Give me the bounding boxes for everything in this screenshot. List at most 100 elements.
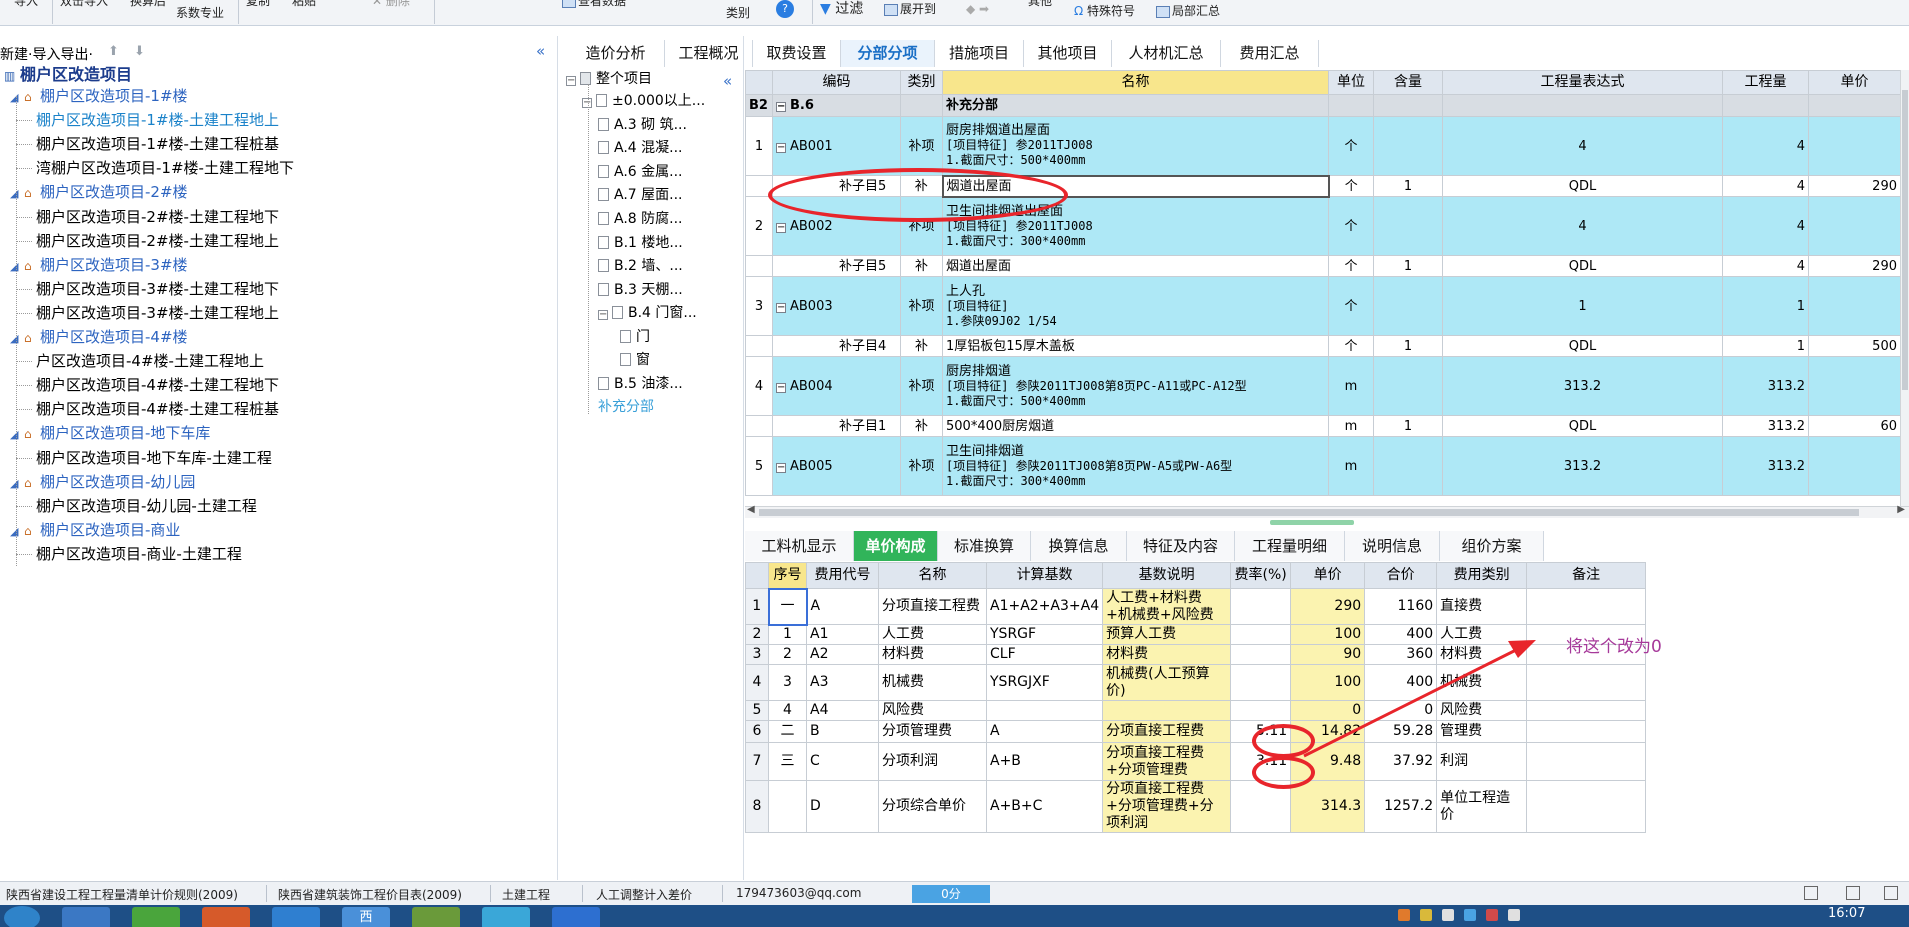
taskbar-ie-icon[interactable] bbox=[62, 907, 110, 927]
cell-category[interactable]: 补项 bbox=[900, 196, 943, 256]
cell-rate[interactable] bbox=[1230, 624, 1292, 645]
cell-name[interactable]: 分项利润 bbox=[878, 742, 987, 781]
cell-content[interactable]: 1 bbox=[1373, 335, 1443, 357]
tab-3[interactable]: 分部分项 bbox=[841, 40, 935, 67]
cell-content[interactable] bbox=[1373, 276, 1443, 336]
composition-row[interactable]: 2 1 A1 人工费 YSRGF 预算人工费 100 400 人工费 bbox=[745, 624, 1647, 645]
item-row[interactable]: 5− AB005 补项 卫生间排烟道 [项目特征] 参陕2011TJ008第8页PW-A… bbox=[745, 436, 1901, 496]
cell-expression[interactable]: 4 bbox=[1442, 196, 1723, 256]
toolbar-delete[interactable]: ✕ 删除 bbox=[372, 0, 410, 20]
detail-tab-2[interactable]: 标准换算 bbox=[938, 531, 1031, 561]
cell-code[interactable]: − AB001 bbox=[772, 116, 901, 176]
cell-unit[interactable]: m bbox=[1328, 356, 1374, 416]
col-header-code[interactable]: 编码 bbox=[772, 70, 901, 95]
cell-code[interactable]: 补子目1 bbox=[772, 415, 901, 437]
item-row[interactable]: 3− AB003 补项 上人孔 [项目特征] 1.参陕09J02 1/54 个 1 1 bbox=[745, 276, 1901, 336]
cell-code[interactable]: − AB002 bbox=[772, 196, 901, 256]
tree-group-node[interactable]: ◢ ⌂ 棚户区改造项目-商业 bbox=[10, 519, 180, 541]
cell-base-desc[interactable] bbox=[1102, 700, 1232, 721]
section-tree-node[interactable]: 补充分部 bbox=[598, 396, 654, 418]
detail-tab-6[interactable]: 说明信息 bbox=[1345, 531, 1440, 561]
collapse-box-icon[interactable]: − bbox=[776, 222, 786, 233]
move-down-icon[interactable]: ⬇ bbox=[134, 44, 145, 59]
col-header-note[interactable]: 备注 bbox=[1526, 562, 1647, 589]
cell-unit-price[interactable] bbox=[1808, 116, 1901, 176]
tray-icon[interactable] bbox=[1464, 909, 1476, 921]
collapse-box-icon[interactable]: − bbox=[582, 98, 592, 108]
cell-total[interactable]: 400 bbox=[1364, 624, 1438, 645]
cell-quantity[interactable]: 1 bbox=[1722, 335, 1809, 357]
taskbar-browser-icon[interactable] bbox=[132, 907, 180, 927]
section-tree-node[interactable]: B.3 天棚... bbox=[598, 279, 683, 301]
cell-note[interactable] bbox=[1526, 588, 1647, 625]
detail-tab-3[interactable]: 换算信息 bbox=[1031, 531, 1127, 561]
section-tree-node[interactable]: A.8 防腐... bbox=[598, 208, 683, 230]
taskbar-app-icon[interactable] bbox=[272, 907, 320, 927]
collapse-box-icon[interactable]: − bbox=[598, 310, 608, 320]
col-header-name[interactable]: 名称 bbox=[942, 70, 1329, 95]
cell-code[interactable]: 补子目5 bbox=[772, 175, 901, 197]
tray-icon[interactable] bbox=[1420, 909, 1432, 921]
tab-7[interactable]: 费用汇总 bbox=[1221, 40, 1319, 67]
items-vertical-scrollbar[interactable] bbox=[1900, 70, 1909, 506]
detail-tab-1[interactable]: 单价构成 bbox=[854, 531, 938, 561]
cell-total[interactable]: 0 bbox=[1364, 700, 1438, 721]
cell-unit-price[interactable] bbox=[1808, 356, 1901, 416]
composition-row[interactable]: 7 三 C 分项利润 A+B 分项直接工程费+分项管理费 3.11 9.48 37.92 利润 bbox=[745, 742, 1647, 781]
toolbar-other[interactable]: 其他 bbox=[1028, 0, 1052, 20]
cell-expression[interactable]: QDL bbox=[1442, 175, 1723, 197]
sub-item-row[interactable]: 补子目4 补 1厚铝板包15厚木盖板个 1 QDL 1 500 bbox=[745, 335, 1901, 357]
cell-unit[interactable]: 个 bbox=[1328, 255, 1374, 277]
cell-note[interactable] bbox=[1526, 742, 1647, 781]
col-header-fee-category[interactable]: 费用类别 bbox=[1436, 562, 1528, 589]
cell-fee-code[interactable]: A bbox=[806, 588, 879, 625]
list-icon[interactable] bbox=[1846, 886, 1860, 900]
cell-price[interactable]: 100 bbox=[1290, 664, 1366, 701]
composition-row[interactable]: 3 2 A2 材料费 CLF 材料费 90 360 材料费 bbox=[745, 644, 1647, 665]
item-row[interactable]: 1− AB001 补项 厨房排烟道出屋面 [项目特征] 参2011TJ008 1.截面尺寸… bbox=[745, 116, 1901, 176]
tab-5[interactable]: 其他项目 bbox=[1024, 40, 1112, 67]
tray-icon[interactable] bbox=[1508, 909, 1520, 921]
detail-tab-4[interactable]: 特征及内容 bbox=[1127, 531, 1235, 561]
cell-name[interactable]: 烟道出屋面 bbox=[941, 174, 1330, 198]
cell-base-desc[interactable]: 分项直接工程费+分项管理费 bbox=[1102, 742, 1232, 781]
tree-leaf-node[interactable]: 棚户区改造项目-1#楼-土建工程桩基 bbox=[16, 133, 279, 155]
cell-name[interactable]: 1厚铝板包15厚木盖板 bbox=[942, 335, 1329, 357]
composition-row[interactable]: 5 4 A4 风险费 0 0 风险费 bbox=[745, 700, 1647, 721]
cell-name[interactable]: 人工费 bbox=[878, 624, 987, 645]
cell-base-desc[interactable]: 分项直接工程费 bbox=[1102, 720, 1232, 743]
cell-unit-price[interactable]: 290 bbox=[1808, 175, 1901, 197]
cell-price[interactable]: 100 bbox=[1290, 624, 1366, 645]
cell-expression[interactable]: 1 bbox=[1442, 276, 1723, 336]
cell-fee-category[interactable]: 管理费 bbox=[1436, 720, 1528, 743]
toolbar-special-symbols[interactable]: Ω 特殊符号 bbox=[1074, 4, 1135, 25]
expand-triangle-icon[interactable]: ◢ bbox=[10, 256, 24, 278]
cell-base-desc[interactable]: 预算人工费 bbox=[1102, 624, 1232, 645]
cell-category[interactable]: 补项 bbox=[900, 356, 943, 416]
taskbar-chrome-icon[interactable] bbox=[202, 907, 250, 927]
cell-price[interactable]: 0 bbox=[1290, 700, 1366, 721]
cell-category[interactable]: 补 bbox=[900, 335, 943, 357]
sub-item-row[interactable]: 补子目5 补烟道出屋面 个 1 QDL 4 290 bbox=[745, 174, 1901, 198]
tray-icon[interactable] bbox=[1398, 909, 1410, 921]
cell-code[interactable]: − AB003 bbox=[772, 276, 901, 336]
cell-name[interactable]: 卫生间排烟道出屋面 [项目特征] 参2011TJ008 1.截面尺寸：300*400… bbox=[942, 196, 1329, 256]
cell-base-desc[interactable]: 材料费 bbox=[1102, 644, 1232, 665]
expand-triangle-icon[interactable]: ◢ bbox=[10, 521, 24, 543]
col-header-name[interactable]: 名称 bbox=[878, 562, 987, 589]
tree-leaf-node[interactable]: 棚户区改造项目-地下车库-土建工程 bbox=[16, 447, 272, 469]
cell-total[interactable]: 37.92 bbox=[1364, 742, 1438, 781]
cell-fee-category[interactable]: 机械费 bbox=[1436, 664, 1528, 701]
col-header-price[interactable]: 单价 bbox=[1290, 562, 1366, 589]
cell-expression[interactable]: QDL bbox=[1442, 335, 1723, 357]
cell-rate[interactable]: 5.11 bbox=[1230, 720, 1292, 743]
cell-quantity[interactable]: 313.2 bbox=[1722, 356, 1809, 416]
tab-6[interactable]: 人材机汇总 bbox=[1112, 40, 1221, 67]
detail-tab-0[interactable]: 工料机显示 bbox=[745, 531, 854, 561]
collapse-left-icon[interactable]: « bbox=[536, 42, 545, 60]
collapse-box-icon[interactable]: − bbox=[776, 302, 786, 313]
cell-quantity[interactable]: 4 bbox=[1722, 175, 1809, 197]
composition-row[interactable]: 6 二 B 分项管理费 A 分项直接工程费 5.11 14.82 59.28 管理费 bbox=[745, 720, 1647, 743]
cell-total[interactable]: 59.28 bbox=[1364, 720, 1438, 743]
cell-base-desc[interactable]: 人工费+材料费+机械费+风险费 bbox=[1102, 588, 1232, 625]
